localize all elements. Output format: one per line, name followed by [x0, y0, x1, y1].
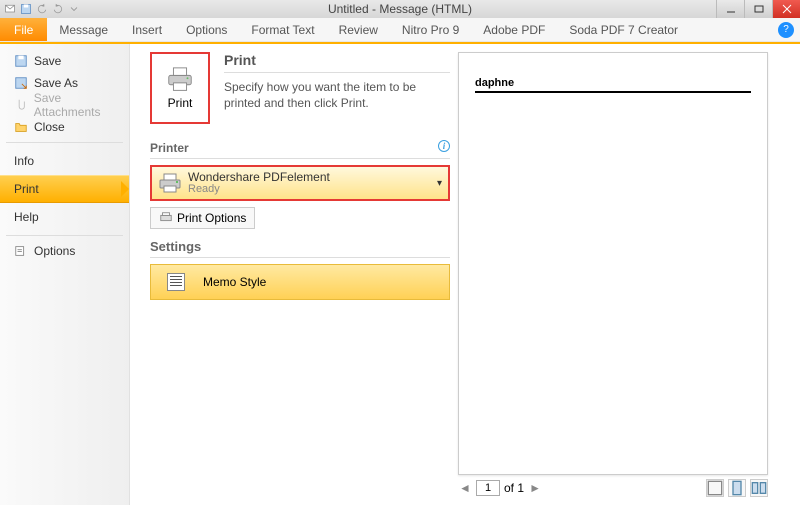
printer-name: Wondershare PDFelement: [188, 171, 330, 183]
printer-dd-text: Wondershare PDFelement Ready: [188, 171, 330, 195]
print-heading: Print Specify how you want the item to b…: [224, 52, 450, 111]
zoom-one-page-button[interactable]: [728, 479, 746, 497]
sidebar-item-label: Save Attachments: [34, 91, 129, 119]
close-button[interactable]: [772, 0, 800, 18]
sidebar-divider: [6, 235, 123, 236]
preview-controls: ◄ of 1 ►: [458, 475, 768, 497]
backstage-sidebar: Save Save As Save Attachments Close Info…: [0, 44, 130, 505]
print-button-label: Print: [168, 96, 193, 110]
memo-style-icon: [167, 273, 185, 291]
redo-icon[interactable]: [52, 3, 64, 15]
ribbon-tab-review[interactable]: Review: [327, 18, 390, 41]
undo-icon[interactable]: [36, 3, 48, 15]
ribbon-tab-format-text[interactable]: Format Text: [239, 18, 326, 41]
sidebar-tab-help[interactable]: Help: [0, 203, 129, 231]
page-count-label: of 1: [504, 481, 524, 495]
print-heading-desc: Specify how you want the item to be prin…: [224, 79, 450, 111]
save-as-icon: [14, 76, 28, 90]
maximize-button[interactable]: [744, 0, 772, 18]
ribbon-tab-insert[interactable]: Insert: [120, 18, 174, 41]
printer-dropdown[interactable]: Wondershare PDFelement Ready ▾: [150, 165, 450, 201]
ribbon-tab-adobe[interactable]: Adobe PDF: [471, 18, 557, 41]
sidebar-close[interactable]: Close: [0, 116, 129, 138]
print-options-label: Print Options: [177, 211, 246, 225]
preview-header: daphne: [475, 77, 751, 93]
folder-close-icon: [14, 120, 28, 134]
prev-page-button[interactable]: ◄: [458, 481, 472, 495]
app-icon: [4, 3, 16, 15]
preview-page: daphne: [458, 52, 768, 475]
sidebar-item-label: Close: [34, 120, 65, 134]
zoom-actual-button[interactable]: [706, 479, 724, 497]
settings-style-label: Memo Style: [203, 275, 266, 289]
settings-section-label: Settings: [150, 239, 450, 258]
settings-section: Settings Memo Style: [150, 239, 450, 300]
minimize-button[interactable]: [716, 0, 744, 18]
help-icon[interactable]: ?: [778, 22, 794, 38]
save-icon[interactable]: [20, 3, 32, 15]
ribbon-tab-options[interactable]: Options: [174, 18, 239, 41]
printer-dd-icon: [158, 173, 182, 193]
printer-icon: [165, 66, 195, 92]
window-title: Untitled - Message (HTML): [0, 2, 800, 16]
chevron-down-icon: ▾: [437, 178, 442, 189]
sidebar-tab-print[interactable]: Print: [0, 175, 129, 203]
print-heading-title: Print: [224, 52, 450, 73]
sidebar-item-label: Save As: [34, 76, 78, 90]
printer-section: Printer i Wondershare PDFelement Ready ▾…: [150, 140, 450, 229]
sidebar-divider: [6, 142, 123, 143]
print-button[interactable]: Print: [150, 52, 210, 124]
page-number-input[interactable]: [476, 480, 500, 496]
settings-style-button[interactable]: Memo Style: [150, 264, 450, 300]
backstage-main: Print Print Specify how you want the ite…: [130, 44, 800, 505]
ribbon-tab-nitro[interactable]: Nitro Pro 9: [390, 18, 471, 41]
print-options-icon: [159, 211, 173, 225]
printer-section-label: Printer i: [150, 140, 450, 159]
quick-access-toolbar: [0, 3, 80, 15]
attachment-icon: [14, 98, 28, 112]
backstage: Save Save As Save Attachments Close Info…: [0, 44, 800, 505]
sidebar-tab-info[interactable]: Info: [0, 147, 129, 175]
sidebar-save-attachments: Save Attachments: [0, 94, 129, 116]
ribbon-tab-message[interactable]: Message: [47, 18, 120, 41]
qat-more-icon[interactable]: [68, 3, 80, 15]
options-icon: [14, 244, 28, 258]
printer-status: Ready: [188, 184, 330, 195]
ribbon: File Message Insert Options Format Text …: [0, 18, 800, 42]
window-buttons: [716, 0, 800, 18]
info-icon[interactable]: i: [438, 140, 450, 152]
print-panel: Print Print Specify how you want the ite…: [150, 52, 450, 497]
sidebar-item-label: Options: [34, 244, 75, 258]
sidebar-item-label: Save: [34, 54, 61, 68]
next-page-button[interactable]: ►: [528, 481, 542, 495]
zoom-multi-page-button[interactable]: [750, 479, 768, 497]
titlebar: Untitled - Message (HTML): [0, 0, 800, 18]
ribbon-tab-file[interactable]: File: [0, 18, 47, 41]
print-preview: daphne ◄ of 1 ►: [458, 52, 768, 497]
print-options-button[interactable]: Print Options: [150, 207, 255, 229]
ribbon-tab-soda[interactable]: Soda PDF 7 Creator: [557, 18, 690, 41]
sidebar-options[interactable]: Options: [0, 240, 129, 262]
sidebar-save[interactable]: Save: [0, 50, 129, 72]
save-file-icon: [14, 54, 28, 68]
